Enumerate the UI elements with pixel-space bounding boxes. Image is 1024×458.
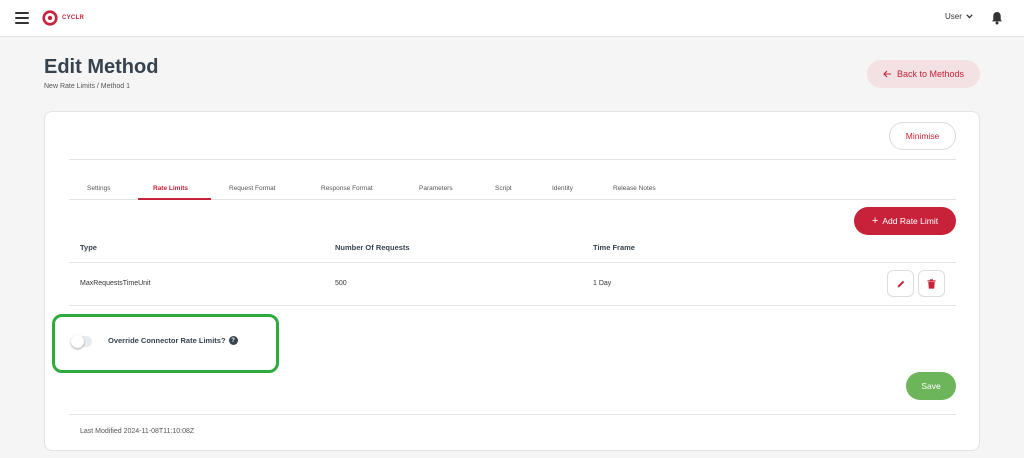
logo-text: CYCLR xyxy=(62,15,85,21)
page-title: Edit Method xyxy=(44,56,159,78)
tab-response-format[interactable]: Response Format xyxy=(321,185,373,192)
tab-settings[interactable]: Settings xyxy=(87,185,111,192)
column-header-type: Type xyxy=(80,243,97,252)
back-to-methods-button[interactable]: Back to Methods xyxy=(867,60,980,88)
plus-icon: + xyxy=(871,214,879,227)
tab-bar: Settings Rate Limits Request Format Resp… xyxy=(69,180,956,200)
cell-type: MaxRequestsTimeUnit xyxy=(80,280,151,287)
active-tab-indicator xyxy=(138,198,211,200)
top-bar: CYCLR User xyxy=(0,0,1024,37)
toggle-knob xyxy=(71,335,84,348)
cell-time-frame: 1 Day xyxy=(593,280,612,287)
tab-parameters[interactable]: Parameters xyxy=(419,185,453,192)
last-modified: Last Modified 2024-11-08T11:10:08Z xyxy=(80,428,195,435)
tab-script[interactable]: Script xyxy=(495,185,512,192)
cyclr-logo-icon xyxy=(42,10,58,26)
divider xyxy=(69,159,956,160)
arrow-left-icon xyxy=(883,70,891,78)
chevron-down-icon xyxy=(966,14,973,19)
tab-release-notes[interactable]: Release Notes xyxy=(613,185,656,192)
question-icon[interactable]: ? xyxy=(228,336,238,345)
user-label: User xyxy=(945,12,962,21)
override-toggle[interactable] xyxy=(71,335,92,348)
tab-rate-limits[interactable]: Rate Limits xyxy=(153,185,188,192)
tab-identity[interactable]: Identity xyxy=(552,185,573,192)
cell-number-of-requests: 500 xyxy=(335,280,347,287)
hamburger-icon[interactable] xyxy=(15,12,29,24)
back-to-methods-label: Back to Methods xyxy=(896,69,965,79)
delete-button[interactable] xyxy=(918,270,945,297)
divider xyxy=(69,262,956,263)
minimise-button[interactable]: Minimise xyxy=(889,122,956,150)
add-rate-limit-button[interactable]: + Add Rate Limit xyxy=(854,207,956,235)
divider xyxy=(69,414,956,415)
save-button[interactable]: Save xyxy=(906,372,956,400)
logo[interactable]: CYCLR xyxy=(42,10,84,26)
pencil-icon xyxy=(897,280,904,287)
column-header-time-frame: Time Frame xyxy=(593,243,635,252)
divider xyxy=(69,305,956,306)
add-rate-limit-label: Add Rate Limit xyxy=(882,216,939,226)
breadcrumb: New Rate Limits / Method 1 xyxy=(44,83,130,90)
override-label-text: Override Connector Rate Limits? xyxy=(108,336,226,345)
trash-icon xyxy=(927,278,936,289)
override-label: Override Connector Rate Limits? ? xyxy=(108,336,238,345)
tab-request-format[interactable]: Request Format xyxy=(229,185,276,192)
edit-button[interactable] xyxy=(887,270,914,297)
bell-icon[interactable] xyxy=(991,11,1003,25)
user-menu[interactable]: User xyxy=(945,12,973,21)
column-header-number-of-requests: Number Of Requests xyxy=(335,243,410,252)
method-card: Minimise Settings Rate Limits Request Fo… xyxy=(44,111,980,451)
